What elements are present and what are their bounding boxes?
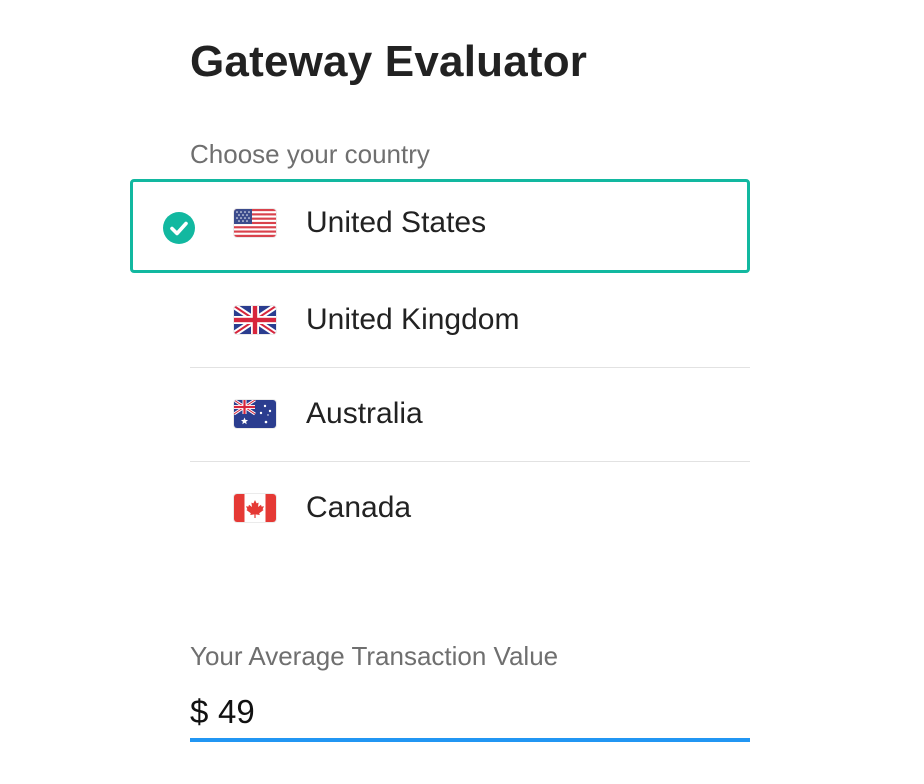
transaction-value-label: Your Average Transaction Value bbox=[190, 641, 559, 671]
australia-flag-icon bbox=[234, 400, 276, 428]
country-name-united-kingdom: United Kingdom bbox=[306, 303, 520, 336]
country-name-australia: Australia bbox=[306, 397, 423, 430]
us-flag-icon bbox=[234, 209, 276, 237]
country-name-united-states: United States bbox=[306, 206, 487, 239]
country-option-canada[interactable]: Canada bbox=[190, 462, 750, 556]
country-list: United States United Kingdom Australia C… bbox=[130, 179, 750, 556]
check-circle-icon bbox=[163, 212, 195, 244]
canada-flag-icon bbox=[234, 494, 276, 522]
currency-symbol: $ bbox=[190, 693, 209, 730]
page-title: Gateway Evaluator bbox=[190, 37, 588, 86]
country-option-australia[interactable]: Australia bbox=[190, 368, 750, 462]
uk-flag-icon bbox=[234, 306, 276, 334]
country-name-canada: Canada bbox=[306, 491, 412, 524]
country-section-label: Choose your country bbox=[190, 139, 430, 169]
transaction-value-field: $ bbox=[190, 692, 750, 742]
transaction-value-input[interactable] bbox=[218, 692, 738, 732]
country-option-united-kingdom[interactable]: United Kingdom bbox=[190, 274, 750, 368]
country-option-united-states[interactable]: United States bbox=[130, 179, 750, 273]
